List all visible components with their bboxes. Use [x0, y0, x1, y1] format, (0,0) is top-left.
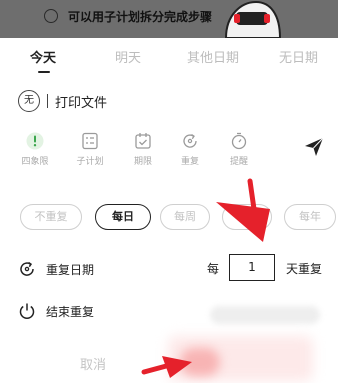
repeat-unit-label: 天重复: [286, 262, 323, 276]
tool-reminder[interactable]: 提醒: [219, 132, 259, 172]
frequency-option-yearly[interactable]: 每年: [284, 204, 336, 230]
blurred-region: [210, 306, 320, 324]
frequency-option-daily[interactable]: 每日: [95, 204, 151, 230]
date-tabs: 今天 明天 其他日期 无日期: [0, 38, 338, 74]
repeat-every-prefix: 每: [207, 262, 220, 276]
frequency-option-weekly[interactable]: 每周: [160, 204, 210, 230]
repeat-interval-input[interactable]: 1: [229, 254, 275, 281]
task-radio-icon: [44, 9, 58, 23]
task-editor-sheet: 今天 明天 其他日期 无日期 无 打印文件 四象限 子计划 期限 重复 提醒 不…: [0, 38, 338, 383]
repeat-icon: [20, 261, 34, 276]
tool-label: 提醒: [229, 157, 248, 167]
repeat-date-label: 重复日期: [46, 263, 95, 277]
task-title-row[interactable]: 无 打印文件: [18, 90, 318, 112]
frequency-option-monthly[interactable]: 每月: [222, 204, 272, 230]
background-task-strip: 可以用子计划拆分完成步骤: [0, 0, 338, 38]
mascot-illustration-icon: [224, 0, 282, 38]
background-task-text: 可以用子计划拆分完成步骤: [68, 10, 213, 24]
tool-quadrant[interactable]: 四象限: [15, 132, 55, 172]
send-icon[interactable]: [303, 136, 325, 158]
tool-label: 期限: [133, 157, 152, 167]
tool-label: 重复: [180, 157, 199, 167]
tool-subplan[interactable]: 子计划: [70, 132, 110, 172]
tab-underline: [38, 71, 50, 73]
confirm-button-highlight: [180, 348, 220, 376]
tool-repeat[interactable]: 重复: [170, 132, 210, 172]
priority-badge[interactable]: 无: [18, 90, 40, 112]
tab-no-date[interactable]: 无日期: [279, 47, 318, 66]
end-repeat-label: 结束重复: [46, 305, 95, 319]
calendar-check-icon: [135, 133, 151, 149]
tool-label: 子计划: [76, 157, 104, 167]
tab-today[interactable]: 今天: [30, 47, 56, 66]
stopwatch-icon: [231, 132, 247, 150]
task-title[interactable]: 打印文件: [55, 92, 107, 111]
cancel-button[interactable]: 取消: [80, 354, 106, 373]
checklist-icon: [82, 132, 98, 150]
text-cursor: [47, 94, 48, 108]
tool-label: 四象限: [21, 157, 49, 167]
repeat-icon: [183, 133, 197, 148]
tab-tomorrow[interactable]: 明天: [115, 47, 141, 66]
exclamation-icon: [26, 132, 44, 150]
tab-other-date[interactable]: 其他日期: [187, 47, 239, 66]
frequency-option-none[interactable]: 不重复: [20, 204, 82, 230]
tool-deadline[interactable]: 期限: [123, 132, 163, 172]
power-icon: [19, 303, 35, 320]
